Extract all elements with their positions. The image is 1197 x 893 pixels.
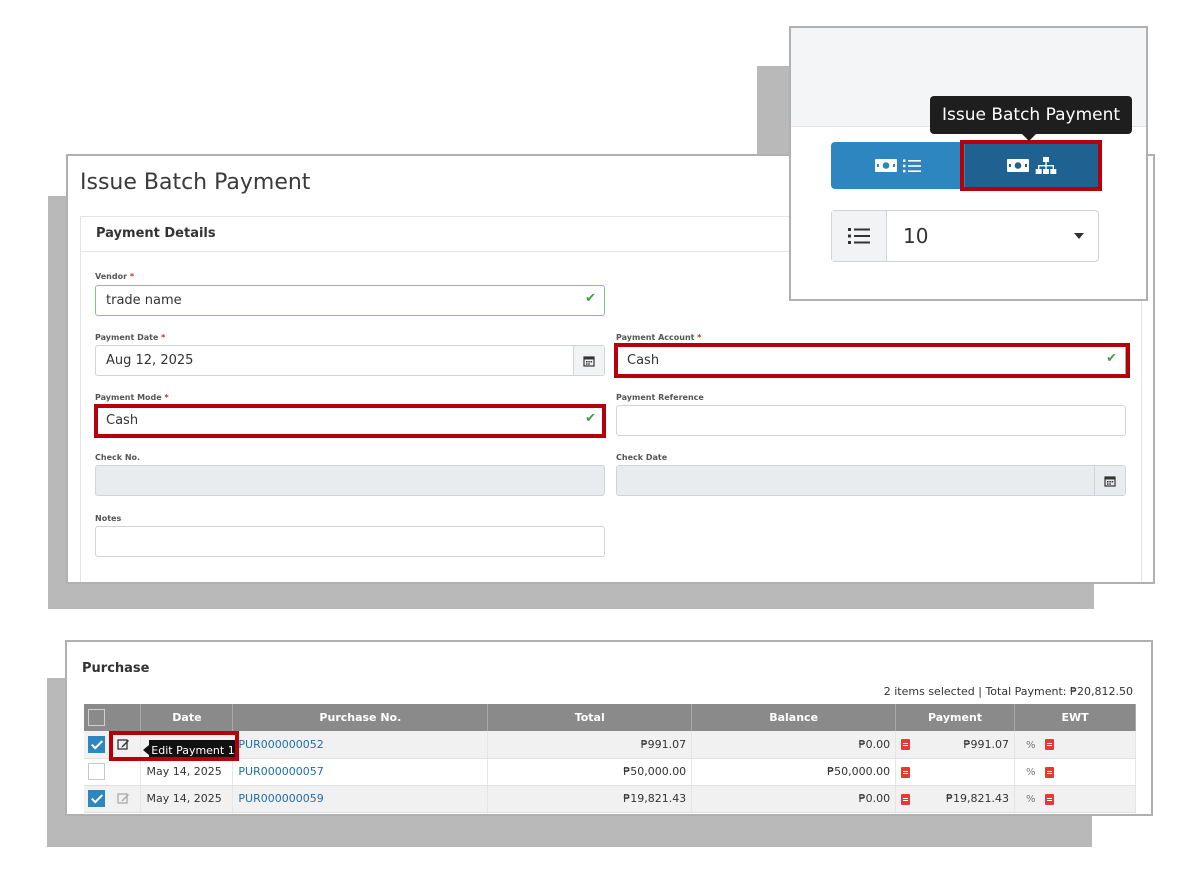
- purchase-no-cell: PUR000000059: [232, 785, 489, 813]
- page-size-select[interactable]: 10: [831, 210, 1099, 262]
- payment-cell: [895, 758, 1016, 786]
- batch-payment-button[interactable]: [965, 142, 1099, 189]
- page-size-value: 10: [903, 224, 929, 248]
- row-controls: [84, 785, 142, 813]
- edit-tooltip: Edit Payment 1: [143, 740, 237, 761]
- page-title: Issue Batch Payment: [80, 170, 311, 195]
- money-icon: [1007, 159, 1029, 172]
- money-icon: [875, 159, 897, 172]
- single-payment-button[interactable]: [831, 142, 965, 189]
- payment-reference-label: Payment Reference: [616, 393, 704, 402]
- table-row: May 14, 2025 PUR000000059 ₱19,821.43 ₱0.…: [84, 785, 1136, 813]
- column-header[interactable]: Payment: [895, 704, 1016, 731]
- date-cell: May 14, 2025: [140, 785, 234, 813]
- percent-icon[interactable]: %: [1026, 794, 1036, 805]
- percent-icon[interactable]: %: [1026, 740, 1036, 751]
- purchase-panel: Purchase 2 items selected | Total Paymen…: [65, 640, 1153, 816]
- balance-cell: ₱0.00: [691, 785, 897, 813]
- payment-cell: ₱19,821.43: [895, 785, 1016, 813]
- check-no-input[interactable]: [95, 465, 605, 496]
- row-checkbox[interactable]: [88, 735, 105, 753]
- purchase-link[interactable]: PUR000000052: [238, 738, 323, 751]
- payment-value: ₱991.07: [963, 737, 1010, 751]
- payment-reference-input[interactable]: [616, 405, 1126, 436]
- total-cell: ₱19,821.43: [487, 785, 693, 813]
- payment-date-label: Payment Date *: [95, 333, 166, 342]
- pdf-icon[interactable]: [1045, 793, 1055, 805]
- calendar-icon[interactable]: [1094, 466, 1125, 495]
- pdf-icon[interactable]: [1045, 766, 1055, 778]
- date-cell: May 14, 2025: [140, 758, 234, 786]
- select-all-checkbox[interactable]: [88, 709, 105, 726]
- payment-mode-select[interactable]: Cash ✔: [95, 405, 605, 436]
- vendor-label: Vendor *: [95, 272, 135, 281]
- valid-check-icon: ✔: [585, 291, 596, 306]
- total-cell: ₱50,000.00: [487, 758, 693, 786]
- notes-label: Notes: [95, 514, 122, 523]
- payment-value: ₱19,821.43: [946, 792, 1010, 805]
- check-no-label: Check No.: [95, 453, 141, 462]
- pdf-icon[interactable]: [1045, 739, 1055, 751]
- payment-cell: ₱991.07: [895, 731, 1016, 759]
- purchase-no-cell: PUR000000052: [232, 731, 489, 759]
- payment-account-label: Payment Account *: [616, 333, 702, 342]
- list-icon: [903, 159, 921, 172]
- row-checkbox[interactable]: [88, 790, 105, 807]
- payment-account-select[interactable]: Cash ✔: [616, 345, 1126, 376]
- payment-mode-toggle: [831, 142, 1099, 189]
- valid-check-icon: ✔: [1106, 351, 1117, 366]
- table-row: May 14, 2025 PUR000000057 ₱50,000.00 ₱50…: [84, 758, 1136, 786]
- column-header[interactable]: Total: [487, 704, 693, 731]
- vendor-select[interactable]: trade name ✔: [95, 285, 605, 316]
- check-date-input[interactable]: [616, 465, 1126, 496]
- calendar-icon[interactable]: [573, 346, 604, 375]
- chevron-down-icon: [1074, 233, 1084, 239]
- notes-input[interactable]: [95, 526, 605, 557]
- payment-date-input[interactable]: Aug 12, 2025: [95, 345, 605, 376]
- ewt-cell: %: [1014, 785, 1136, 813]
- row-controls: [84, 731, 142, 759]
- balance-cell: ₱0.00: [691, 731, 897, 759]
- table-header-row: Date Purchase No. Total Balance Payment …: [84, 704, 1136, 731]
- edit-icon[interactable]: [116, 738, 130, 751]
- purchase-link[interactable]: PUR000000057: [238, 765, 323, 778]
- valid-check-icon: ✔: [585, 411, 596, 426]
- sitemap-icon: [1035, 156, 1057, 174]
- column-header[interactable]: EWT: [1014, 704, 1136, 731]
- table-row: PUR000000052 ₱991.07 ₱0.00 ₱991.07 %: [84, 731, 1136, 759]
- pdf-icon[interactable]: [901, 766, 911, 778]
- row-controls: [84, 758, 142, 786]
- column-header[interactable]: Date: [140, 704, 234, 731]
- tooltip: Issue Batch Payment: [930, 96, 1132, 141]
- check-date-label: Check Date: [616, 453, 668, 462]
- purchase-table: Date Purchase No. Total Balance Payment …: [84, 704, 1136, 813]
- percent-icon[interactable]: %: [1026, 767, 1036, 778]
- balance-cell: ₱50,000.00: [691, 758, 897, 786]
- pdf-icon[interactable]: [901, 739, 911, 751]
- batch-payment-popup: 10 Issue Batch Payment: [789, 26, 1148, 301]
- pdf-icon[interactable]: [901, 793, 911, 805]
- column-header[interactable]: Purchase No.: [232, 704, 489, 731]
- total-cell: ₱991.07: [487, 731, 693, 759]
- column-header[interactable]: Balance: [691, 704, 897, 731]
- select-all-header: [84, 704, 142, 731]
- section-title: Purchase: [82, 661, 150, 676]
- ewt-cell: %: [1014, 731, 1136, 759]
- payment-mode-label: Payment Mode *: [95, 393, 169, 402]
- row-checkbox[interactable]: [88, 763, 105, 780]
- selection-summary: 2 items selected | Total Payment: ₱20,81…: [883, 685, 1133, 698]
- ewt-cell: %: [1014, 758, 1136, 786]
- purchase-no-cell: PUR000000057: [232, 758, 489, 786]
- edit-icon[interactable]: [116, 792, 130, 805]
- list-icon: [832, 211, 887, 261]
- purchase-link[interactable]: PUR000000059: [238, 792, 323, 805]
